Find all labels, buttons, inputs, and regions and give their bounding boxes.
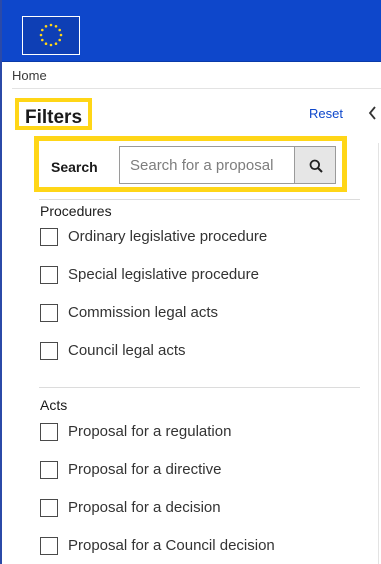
act-proposal-directive[interactable]: Proposal for a directive — [40, 459, 360, 481]
search-button[interactable] — [294, 146, 336, 184]
procedure-special-legislative[interactable]: Special legislative procedure — [40, 264, 360, 286]
checkbox-label: Proposal for a regulation — [68, 423, 232, 440]
checkbox[interactable] — [40, 228, 58, 246]
group-divider — [39, 387, 360, 388]
eu-flag-icon[interactable] — [22, 16, 80, 55]
page-frame: Home Filters Reset Search Procedures Ord… — [0, 0, 381, 564]
procedure-commission-legal-acts[interactable]: Commission legal acts — [40, 302, 360, 324]
checkbox[interactable] — [40, 266, 58, 284]
filters-title: Filters — [15, 98, 93, 130]
chevron-left-icon[interactable] — [366, 104, 380, 122]
search-input[interactable] — [119, 146, 294, 184]
checkbox[interactable] — [40, 304, 58, 322]
panel-divider — [378, 143, 379, 564]
checkbox[interactable] — [40, 423, 58, 441]
search-label: Search — [51, 159, 98, 175]
checkbox-label: Proposal for a Council decision — [68, 537, 275, 554]
breadcrumb-home[interactable]: Home — [12, 68, 47, 83]
checkbox[interactable] — [40, 537, 58, 555]
search-icon — [309, 159, 323, 173]
act-proposal-council-decision[interactable]: Proposal for a Council decision — [40, 535, 360, 557]
checkbox[interactable] — [40, 461, 58, 479]
procedures-title: Procedures — [40, 203, 112, 219]
checkbox-label: Council legal acts — [68, 342, 186, 359]
breadcrumb-divider — [12, 88, 381, 89]
search-panel: Search — [34, 136, 347, 192]
checkbox[interactable] — [40, 342, 58, 360]
checkbox-label: Proposal for a decision — [68, 499, 221, 516]
search-divider — [39, 199, 360, 200]
acts-title: Acts — [40, 397, 68, 413]
checkbox[interactable] — [40, 499, 58, 517]
procedure-council-legal-acts[interactable]: Council legal acts — [40, 340, 360, 362]
reset-link[interactable]: Reset — [309, 106, 343, 121]
checkbox-label: Special legislative procedure — [68, 266, 259, 283]
checkbox-label: Ordinary legislative procedure — [68, 228, 268, 245]
top-bar — [2, 0, 381, 62]
checkbox-label: Proposal for a directive — [68, 461, 222, 478]
procedure-ordinary-legislative[interactable]: Ordinary legislative procedure — [40, 226, 360, 248]
checkbox-label: Commission legal acts — [68, 304, 219, 321]
act-proposal-regulation[interactable]: Proposal for a regulation — [40, 421, 360, 443]
act-proposal-decision[interactable]: Proposal for a decision — [40, 497, 360, 519]
